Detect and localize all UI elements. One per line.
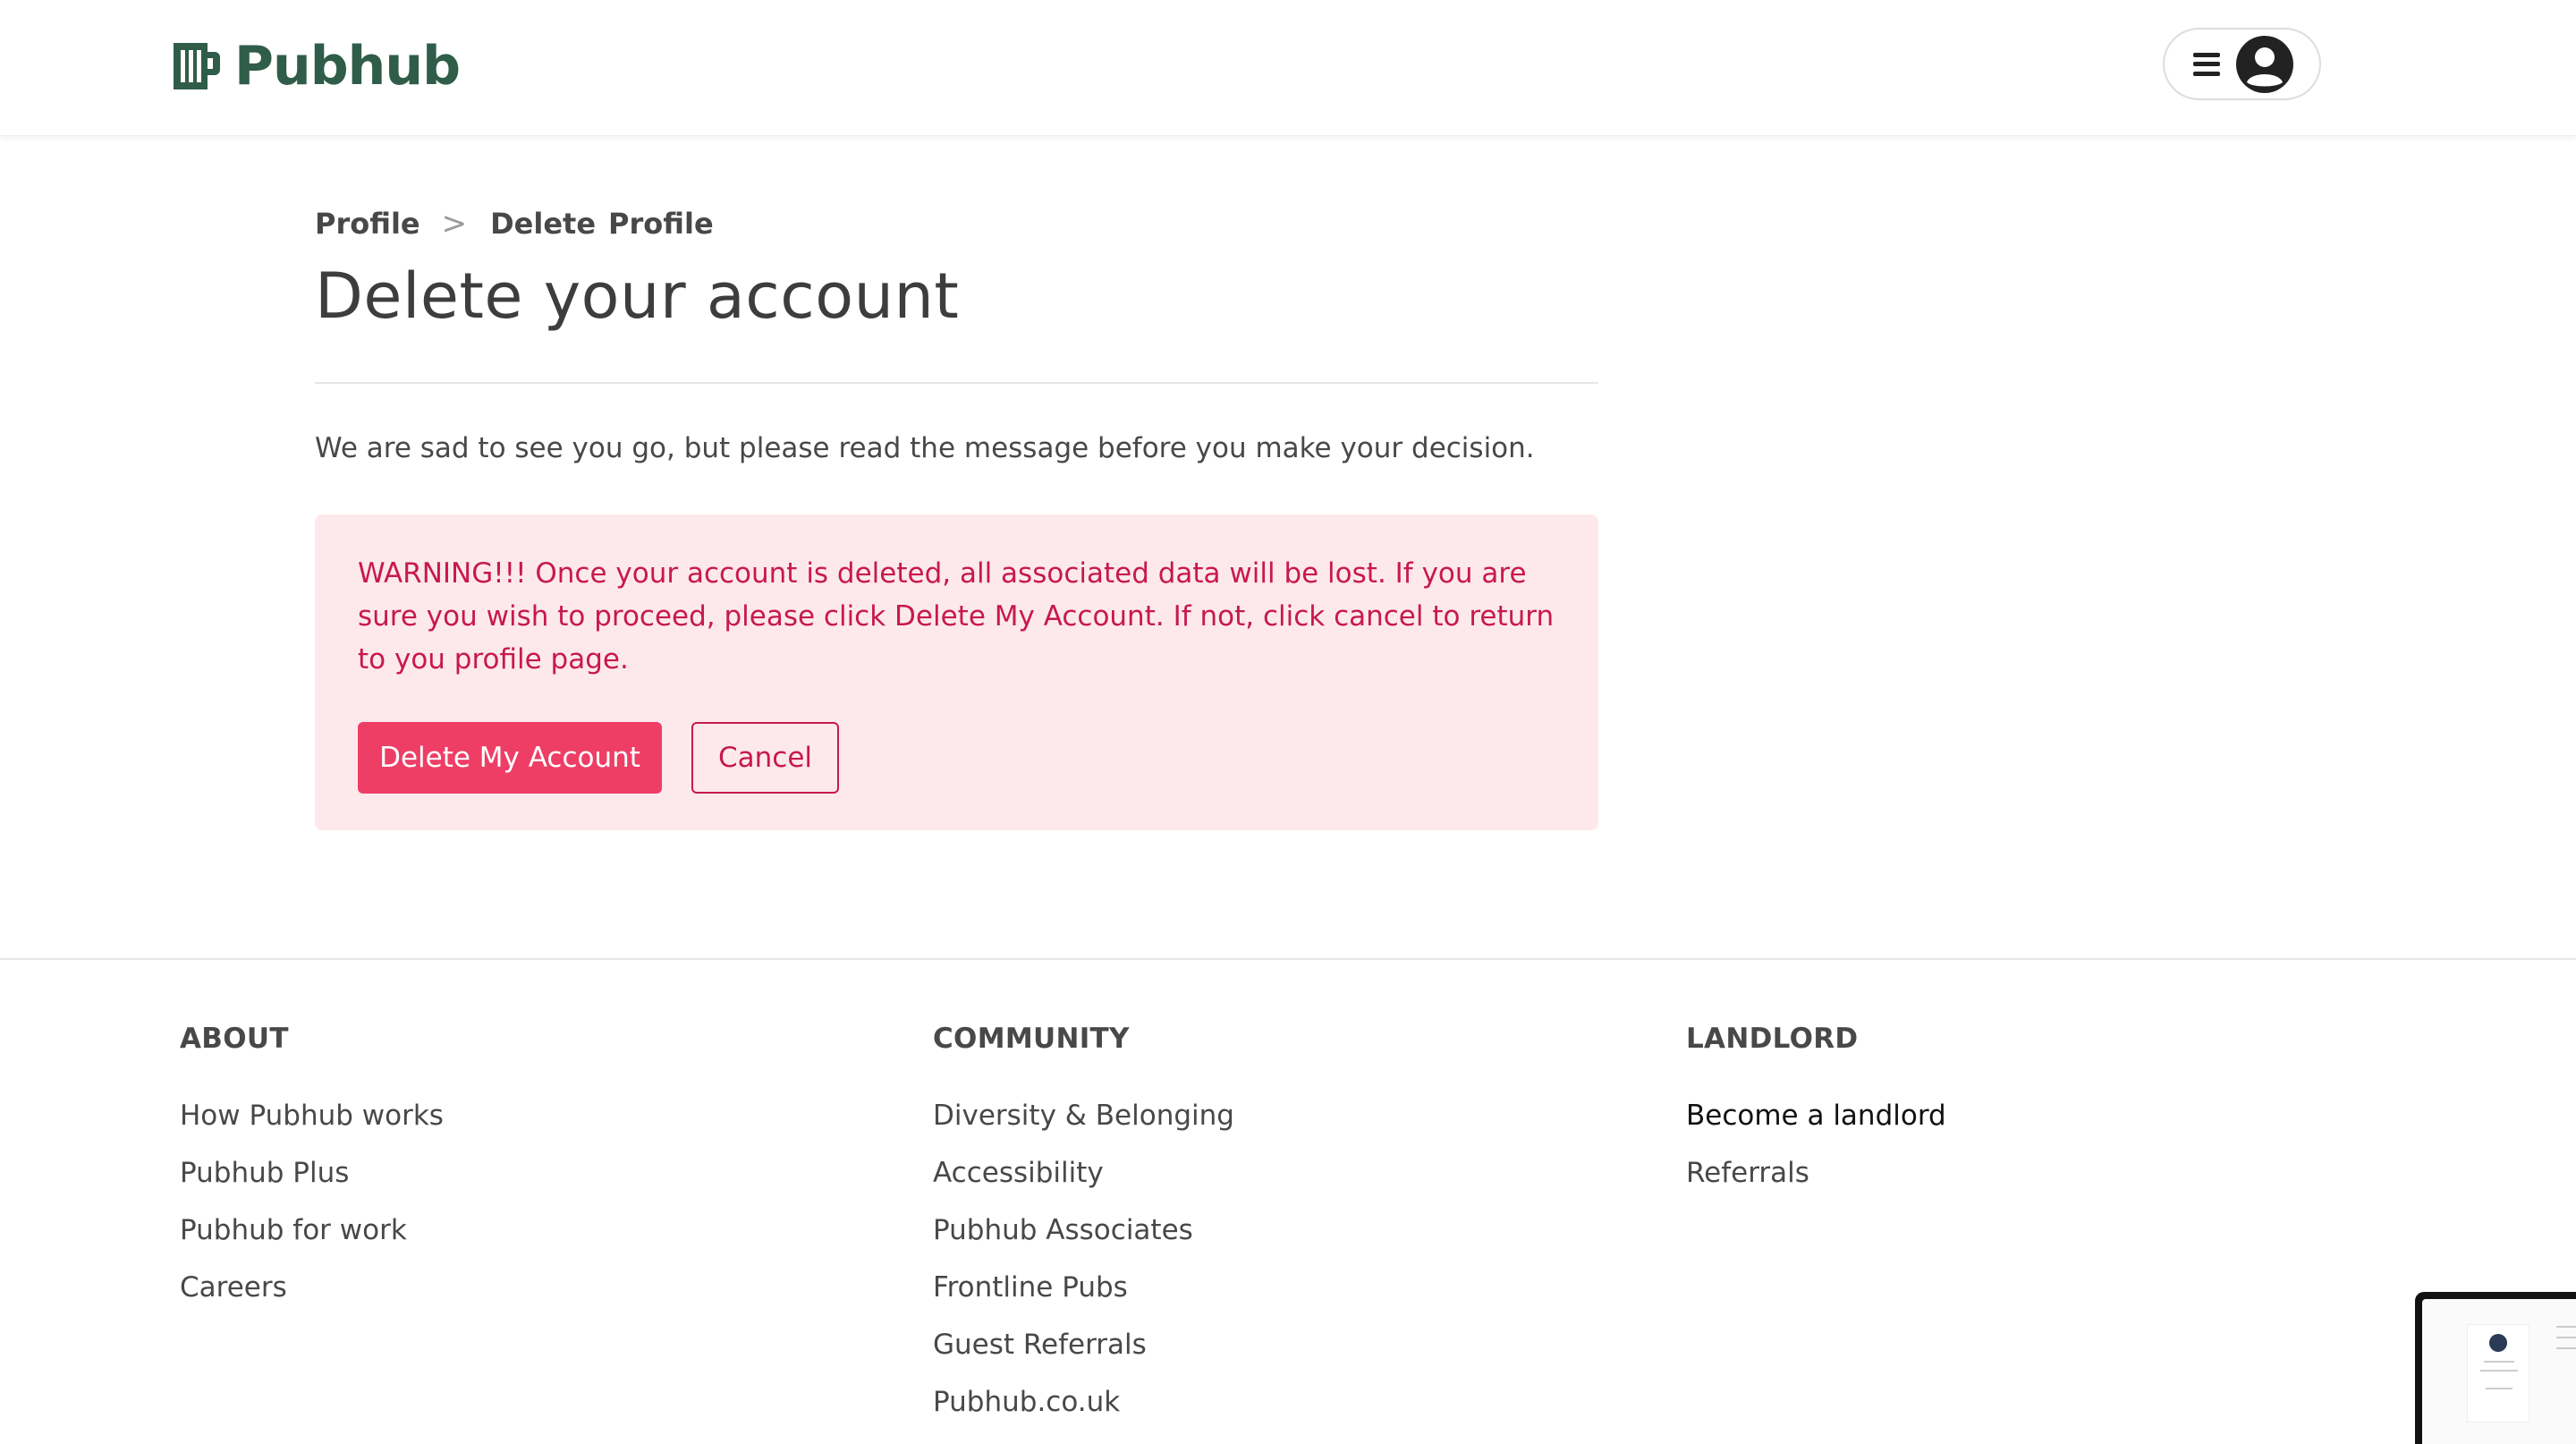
logo-text: Pubhub [234,35,461,98]
cancel-button[interactable]: Cancel [691,722,839,794]
thumbnail-card [2467,1324,2529,1423]
user-menu-button[interactable] [2163,28,2321,100]
footer-landlord-column: LANDLORD Become a landlord Referrals [1686,1023,1946,1212]
footer-link-referrals[interactable]: Referrals [1686,1155,1946,1212]
footer-link-pubhub-for-work[interactable]: Pubhub for work [180,1212,444,1270]
thumbnail-avatar [2489,1334,2507,1352]
footer-about-heading: ABOUT [180,1023,289,1055]
breadcrumb-current: Delete Profile [490,207,714,241]
footer-link-pubhub-co-uk[interactable]: Pubhub.co.uk [933,1384,1234,1441]
site-footer: ABOUT How Pubhub works Pubhub Plus Pubhu… [0,958,2576,1426]
footer-link-pubhub-plus[interactable]: Pubhub Plus [180,1155,444,1212]
warning-text: WARNING!!! Once your account is deleted,… [358,557,1555,675]
warning-panel: WARNING!!! Once your account is deleted,… [315,514,1598,830]
footer-link-careers[interactable]: Careers [180,1270,444,1327]
footer-link-guest-referrals[interactable]: Guest Referrals [933,1327,1234,1384]
pint-logo-icon [174,43,220,89]
footer-link-how-pubhub-works[interactable]: How Pubhub works [180,1098,444,1155]
footer-link-associates[interactable]: Pubhub Associates [933,1212,1234,1270]
footer-link-become-landlord[interactable]: Become a landlord [1686,1098,1946,1155]
footer-community-column: COMMUNITY Diversity & Belonging Accessib… [933,1023,1234,1441]
delete-account-button[interactable]: Delete My Account [358,722,662,794]
intro-text: We are sad to see you go, but please rea… [315,432,1535,464]
breadcrumb-separator: > [441,206,468,242]
page-preview-thumbnail [2415,1292,2576,1444]
footer-about-column: ABOUT How Pubhub works Pubhub Plus Pubhu… [180,1023,444,1327]
page-title: Delete your account [315,259,960,333]
user-avatar-icon [2236,35,2293,93]
pubhub-logo[interactable]: Pubhub [170,35,461,98]
hamburger-icon [2193,52,2220,76]
breadcrumb: Profile > Delete Profile [315,206,714,242]
title-divider [315,382,1598,384]
footer-link-frontline-pubs[interactable]: Frontline Pubs [933,1270,1234,1327]
footer-landlord-heading: LANDLORD [1686,1023,1859,1055]
footer-link-diversity[interactable]: Diversity & Belonging [933,1098,1234,1155]
footer-link-accessibility[interactable]: Accessibility [933,1155,1234,1212]
footer-community-heading: COMMUNITY [933,1023,1130,1055]
breadcrumb-profile-link[interactable]: Profile [315,207,420,241]
top-header: Pubhub [0,0,2576,136]
